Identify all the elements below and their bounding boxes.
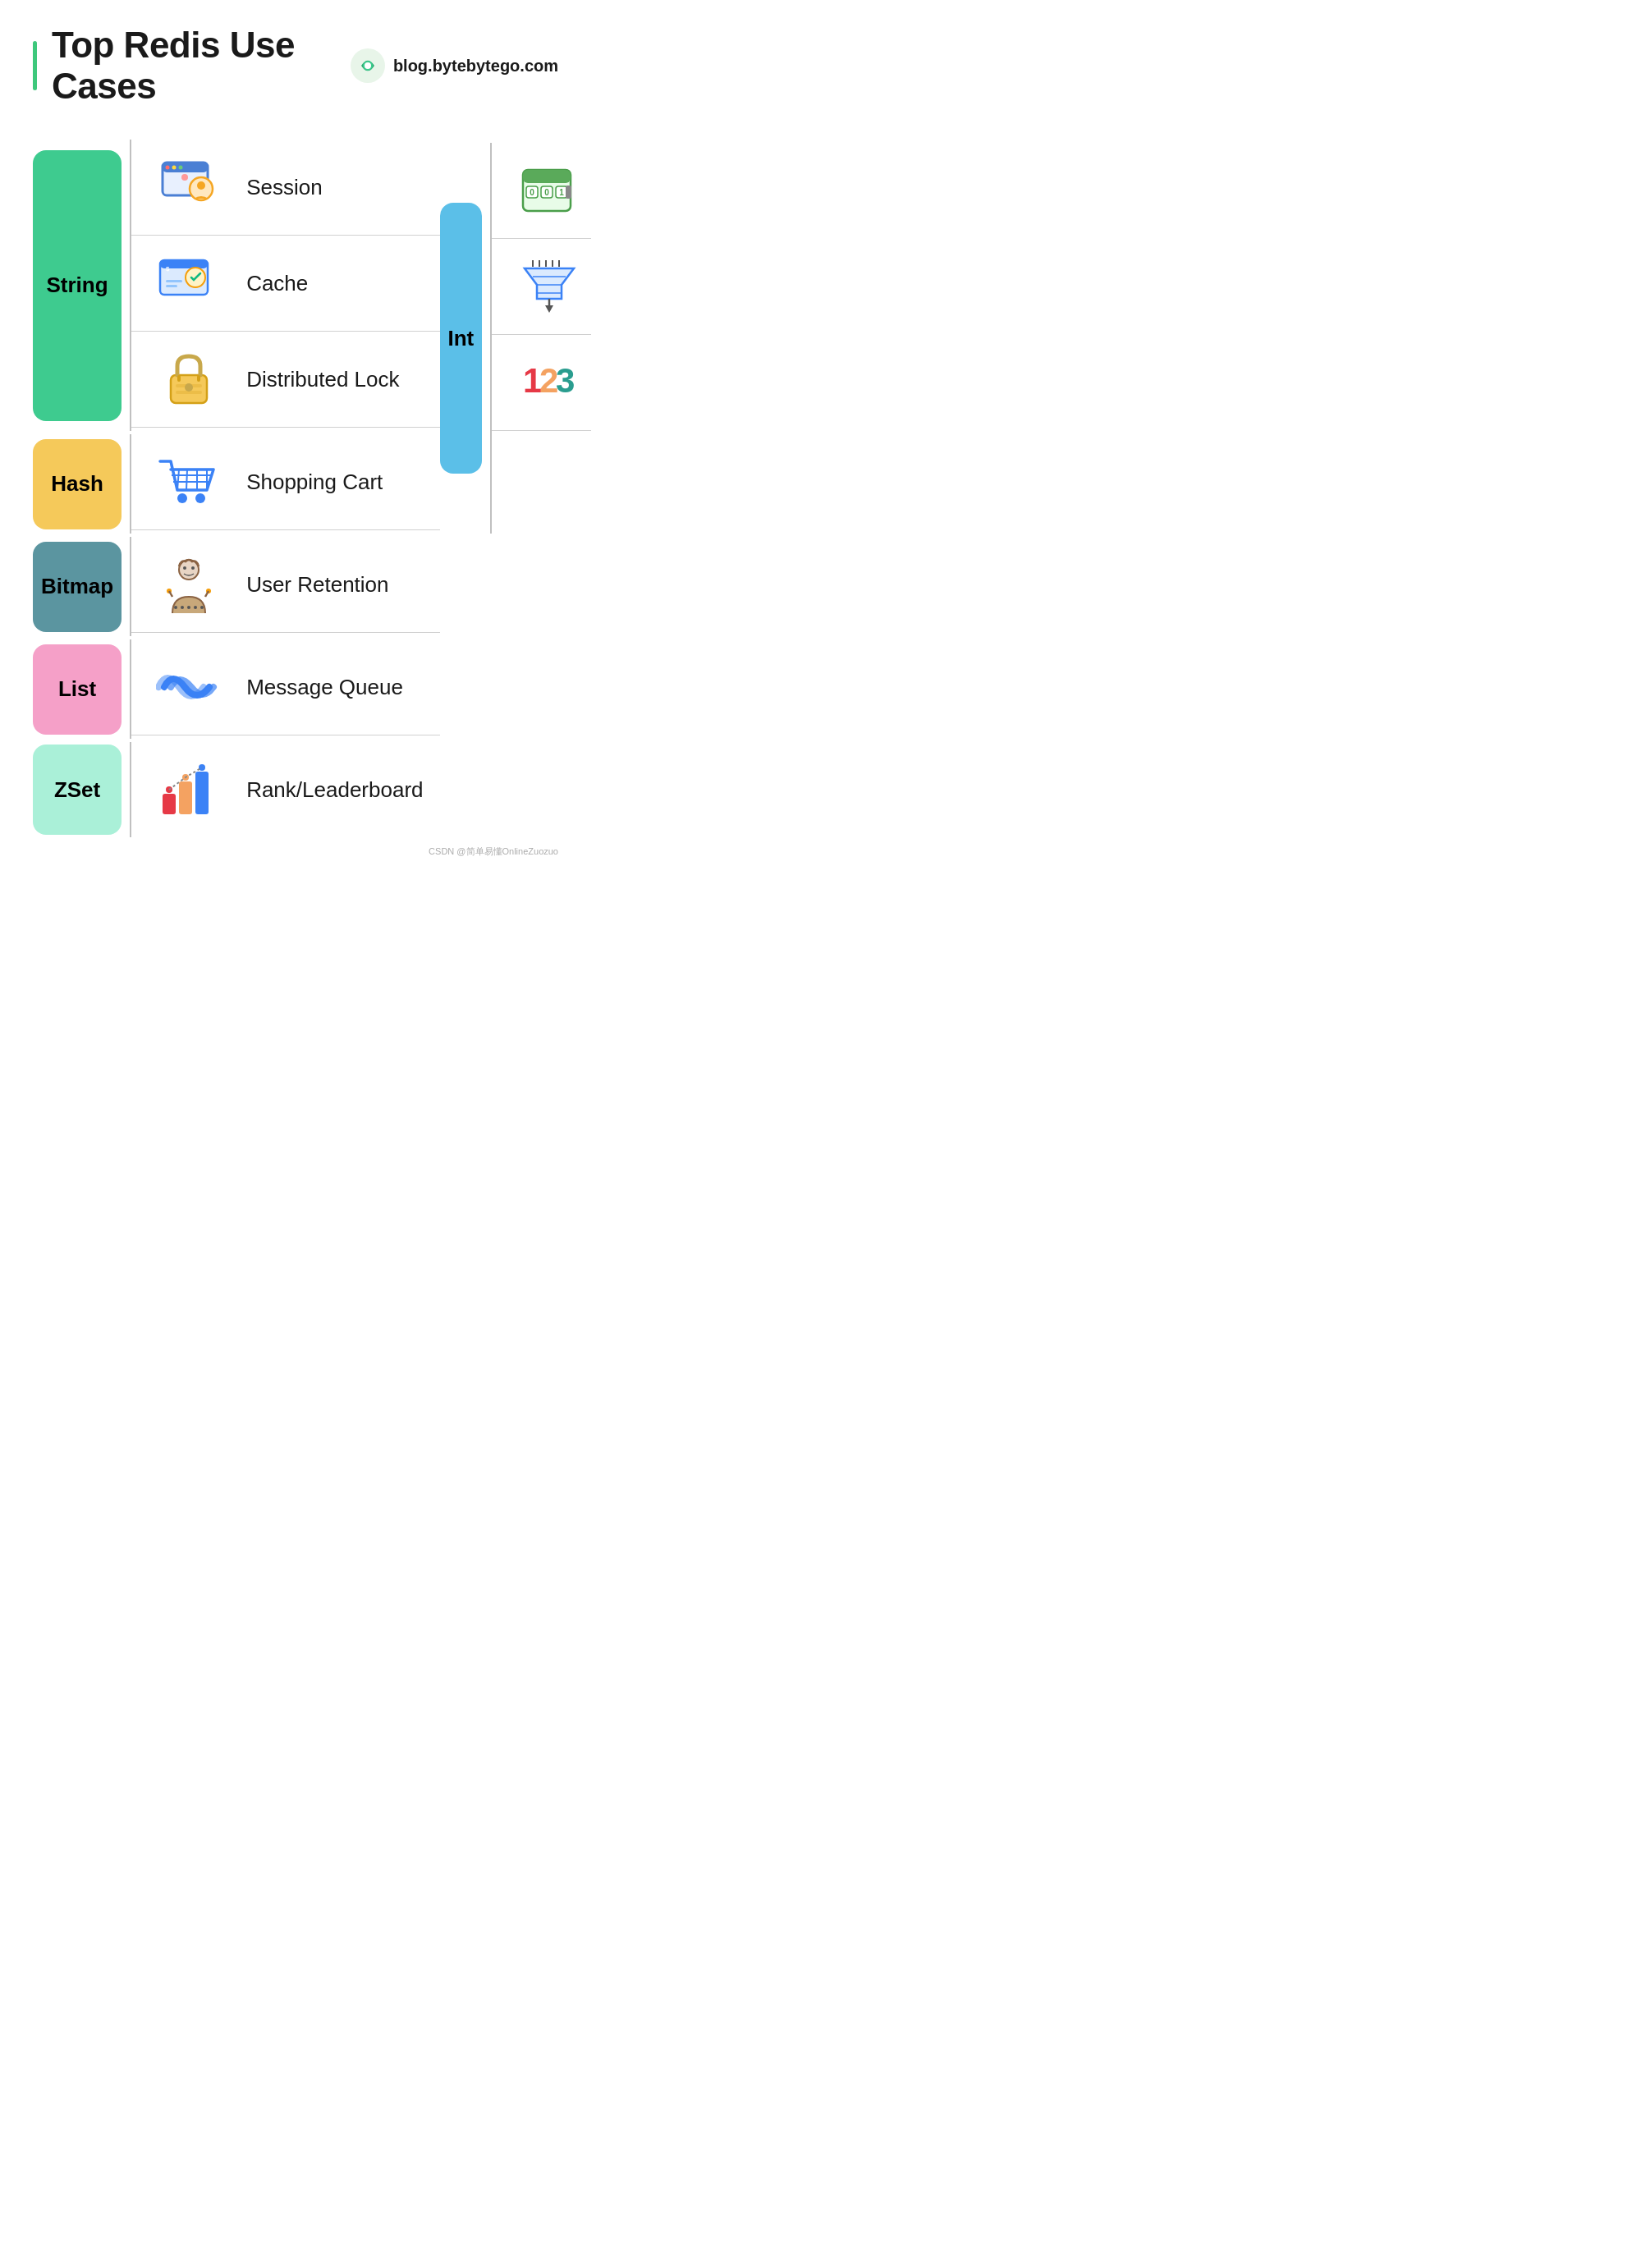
- svg-line-58: [205, 591, 209, 597]
- svg-rect-66: [195, 772, 209, 814]
- site-url: blog.bytebytego.com: [393, 57, 558, 76]
- svg-rect-15: [166, 285, 177, 287]
- shopping-cart-icon: [156, 449, 222, 515]
- leaderboard-icon: [156, 757, 222, 822]
- user-retention-icon: [156, 552, 222, 617]
- svg-point-8: [197, 181, 205, 190]
- global-id-icon: 1 2 3: [516, 350, 582, 415]
- type-label-zset: ZSet: [54, 777, 100, 803]
- group-row-zset: ZSet Rank/Leaderboard: [33, 742, 591, 837]
- svg-text:1: 1: [560, 188, 565, 197]
- group-row-list: List Message Queue: [33, 639, 591, 739]
- group-row-bitmap: Bitmap User Retention: [33, 537, 591, 636]
- svg-point-63: [200, 606, 204, 609]
- type-label-int: Int: [448, 326, 475, 351]
- svg-rect-17: [177, 375, 181, 382]
- counter-icon: 0 0 1: [516, 158, 582, 223]
- cases-cell-list: Message Queue: [131, 639, 439, 739]
- page-header: Top Redis Use Cases blog.bytebytego.com: [33, 25, 558, 115]
- use-case-label-session: Session: [246, 175, 323, 200]
- lock-icon: [156, 346, 222, 412]
- use-case-label-distributed-lock: Distributed Lock: [246, 367, 399, 392]
- svg-marker-40: [545, 305, 553, 313]
- use-case-label-cache: Cache: [246, 271, 308, 296]
- svg-rect-18: [197, 375, 200, 382]
- svg-rect-64: [163, 794, 176, 814]
- svg-line-44: [177, 470, 179, 490]
- type-cell-int: Int: [440, 143, 492, 534]
- svg-point-62: [194, 606, 197, 609]
- svg-point-51: [195, 493, 205, 503]
- use-cases-table: String Session $ Cache Distr: [33, 140, 591, 837]
- svg-point-5: [172, 166, 177, 170]
- svg-text:0: 0: [530, 188, 535, 197]
- type-cell-zset: ZSet: [33, 742, 131, 837]
- use-case-label-message-queue: Message Queue: [246, 675, 403, 700]
- type-label-hash: Hash: [51, 471, 103, 497]
- use-case-label-rank/leaderboard: Rank/Leaderboard: [246, 777, 423, 803]
- svg-text:0: 0: [545, 188, 550, 197]
- type-cell-hash: Hash: [33, 434, 131, 534]
- svg-point-61: [187, 606, 190, 609]
- bytebytego-logo-icon: [351, 48, 385, 83]
- title-area: Top Redis Use Cases: [33, 25, 351, 107]
- svg-point-4: [166, 166, 170, 170]
- cases-cell-bitmap: User Retention: [131, 537, 439, 636]
- svg-rect-14: [166, 280, 182, 282]
- svg-point-50: [177, 493, 187, 503]
- svg-line-57: [169, 591, 172, 597]
- type-cell-string: String: [33, 140, 131, 431]
- cases-cell-zset: Rank/Leaderboard: [131, 742, 439, 837]
- svg-point-21: [185, 383, 193, 392]
- svg-rect-30: [566, 186, 571, 199]
- type-label-string: String: [47, 273, 108, 298]
- svg-point-60: [181, 606, 184, 609]
- svg-point-59: [174, 606, 177, 609]
- type-cell-list: List: [33, 639, 131, 739]
- cache-icon: $: [156, 250, 222, 316]
- svg-point-6: [179, 166, 183, 170]
- svg-rect-65: [179, 781, 192, 814]
- svg-point-54: [191, 566, 195, 570]
- svg-point-9: [181, 174, 188, 181]
- message-queue-icon: [156, 654, 222, 720]
- type-cell-bitmap: Bitmap: [33, 537, 131, 636]
- svg-rect-23: [523, 170, 571, 183]
- cases-cell-int: 0 0 1 Counter Rate Limiter 1 2 3: [491, 143, 591, 534]
- session-icon: [156, 154, 222, 220]
- svg-text:3: 3: [556, 361, 575, 400]
- rate-limiter-icon: [516, 254, 582, 319]
- site-branding: blog.bytebytego.com: [351, 48, 558, 83]
- type-label-bitmap: Bitmap: [41, 574, 113, 599]
- cases-cell-string: Session $ Cache Distributed Lock: [131, 140, 439, 431]
- use-case-label-user-retention: User Retention: [246, 572, 388, 598]
- svg-point-53: [183, 566, 186, 570]
- use-case-label-shopping-cart: Shopping Cart: [246, 470, 383, 495]
- title-accent-bar: [33, 41, 37, 90]
- type-label-list: List: [58, 676, 96, 702]
- svg-text:$: $: [166, 265, 170, 273]
- svg-point-1: [364, 62, 372, 70]
- watermark: CSDN @简单易懂OnlineZuozuo: [33, 845, 558, 858]
- svg-line-45: [186, 470, 187, 490]
- cases-cell-hash: Shopping Cart: [131, 434, 439, 534]
- page-title: Top Redis Use Cases: [52, 25, 351, 107]
